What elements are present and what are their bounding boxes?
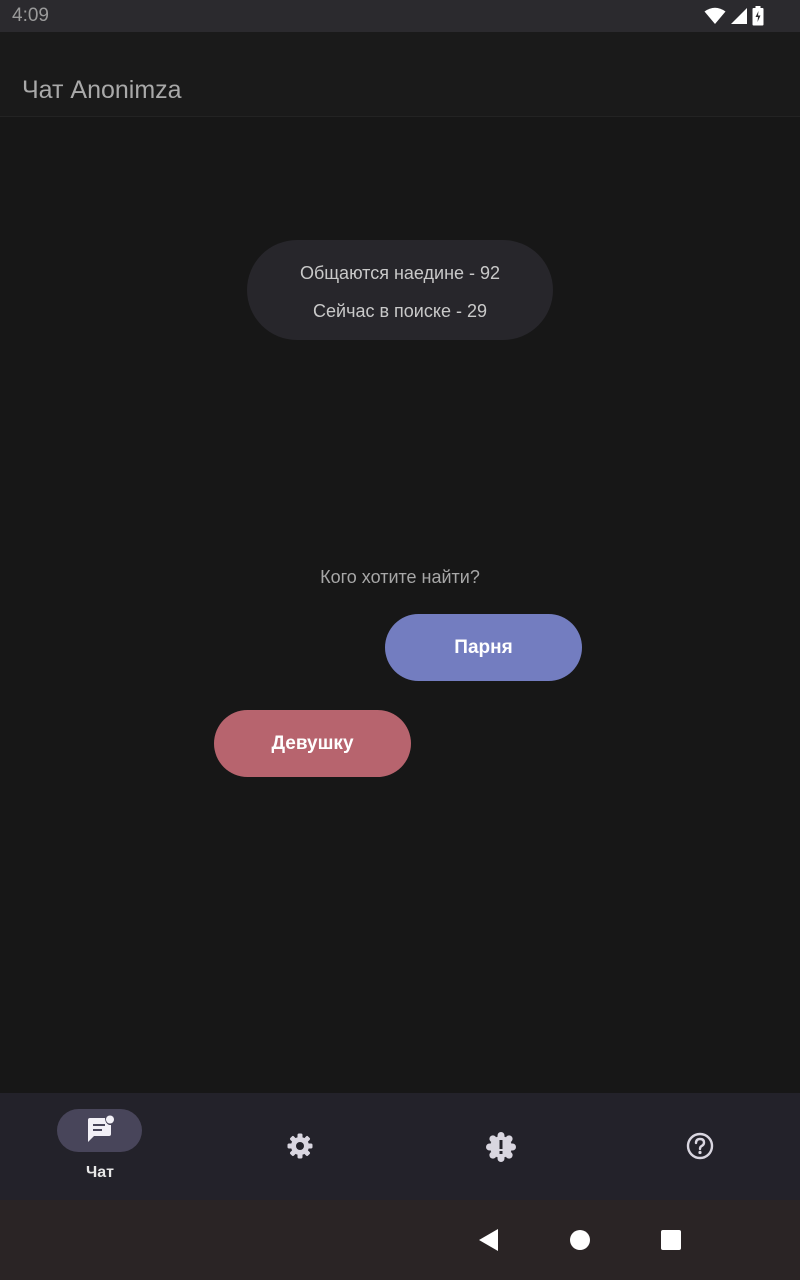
chatting-count-text: Общаются наедине - 92: [299, 263, 501, 283]
gear-icon: [286, 1132, 314, 1160]
online-stats-card: Общаются наедине - 92 Сейчас в поиске - …: [247, 240, 553, 340]
system-navigation-bar: [0, 1200, 800, 1280]
status-bar: 4:09: [0, 0, 800, 32]
chat-badge-icon: [85, 1115, 114, 1143]
find-girl-button[interactable]: Девушку: [214, 710, 411, 777]
nav-item-help[interactable]: [600, 1093, 800, 1200]
alert-badge-icon: [486, 1132, 516, 1162]
battery-icon: [752, 6, 764, 26]
nav-item-report[interactable]: [400, 1093, 600, 1200]
status-time: 4:09: [12, 5, 49, 26]
app-bar: Чат Anonimza: [0, 32, 800, 117]
help-circle-icon: [686, 1132, 714, 1160]
searching-count-text: Сейчас в поиске - 29: [313, 301, 487, 321]
nav-item-settings[interactable]: [200, 1093, 400, 1200]
nav-item-chat[interactable]: Чат: [0, 1093, 200, 1200]
find-guy-button[interactable]: Парня: [385, 614, 582, 681]
screen: 4:09 Чат Anonimza Общаются наедине - 92 …: [0, 0, 800, 1280]
back-icon[interactable]: [474, 1226, 502, 1254]
search-prompt: Кого хотите найти?: [320, 567, 480, 587]
nav-label-chat: Чат: [86, 1164, 114, 1181]
app-title: Чат Anonimza: [22, 75, 182, 104]
wifi-icon: [704, 7, 726, 25]
bottom-navigation: Чат: [0, 1093, 800, 1200]
recents-icon[interactable]: [657, 1226, 685, 1254]
status-icons: [704, 6, 764, 26]
home-icon[interactable]: [566, 1226, 594, 1254]
signal-icon: [730, 7, 748, 25]
